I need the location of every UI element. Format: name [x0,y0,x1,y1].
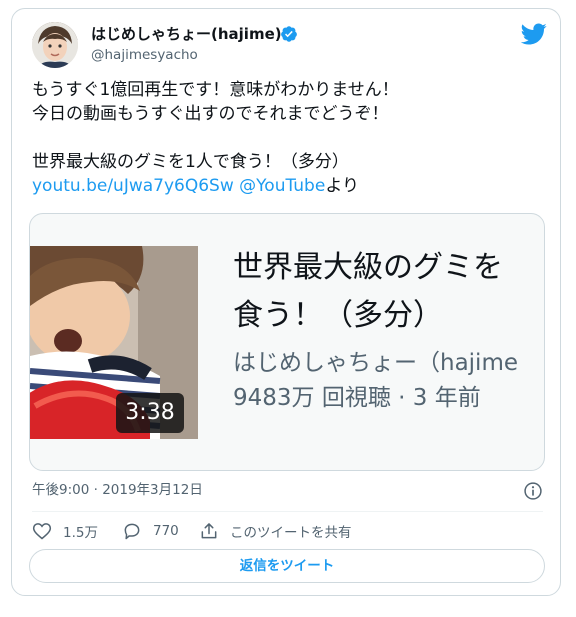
info-icon[interactable] [523,481,543,501]
youtube-media-card[interactable]: 3:38 世界最大級のグミを 食う！（多分） はじめしゃちょー（hajime 9… [29,213,545,471]
video-title-line: 世界最大級のグミを [233,250,503,285]
reply-button[interactable]: 770 [122,520,179,542]
tweet-reply-button[interactable]: 返信をツイート [29,549,545,583]
tweet-text-line: もうすぐ1億回再生です！意味がわかりません！ [32,80,399,100]
like-count: 1.5万 [63,525,98,541]
share-icon [201,523,217,539]
reply-bubble-icon [124,523,140,540]
video-title[interactable]: 世界最大級のグミを 食う！（多分） [233,244,544,340]
heart-icon [32,523,52,540]
like-button[interactable]: 1.5万 [32,520,98,542]
twitter-bird-icon[interactable] [521,21,547,47]
share-button[interactable]: このツイートを共有 [199,520,352,542]
youtube-link[interactable]: youtu.be/uJwa7y6Q6Sw [32,176,234,196]
share-label: このツイートを共有 [230,525,352,541]
tweet-timestamp[interactable]: 午後9:00 · 2019年3月12日 [32,481,203,499]
video-views: 9483万 回視聴 · 3 年前 [233,385,481,411]
divider [32,511,543,512]
tweet-text: もうすぐ1億回再生です！意味がわかりません！ 今日の動画もうすぐ出すのでそれまで… [32,78,547,198]
link-suffix: より [325,176,359,196]
verified-badge-icon [281,26,297,42]
video-channel: はじめしゃちょー（hajime [233,350,519,376]
tweet-text-line: 世界最大級のグミを1人で食う！（多分） [32,152,349,172]
video-title-line: 食う！（多分） [233,298,443,333]
video-duration-badge: 3:38 [116,393,184,433]
video-thumbnail[interactable]: 3:38 [30,246,198,439]
reply-count: 770 [153,523,179,539]
display-name[interactable]: はじめしゃちょー(hajime) [91,24,282,44]
youtube-mention-link[interactable]: @YouTube [239,176,325,196]
tweet-card: はじめしゃちょー(hajime) @hajimesyacho もうすぐ1億回再生… [11,8,561,596]
tweet-link-line: youtu.be/uJwa7y6Q6Sw @YouTubeより [32,174,547,198]
tweet-text-line: 今日の動画もうすぐ出すのでそれまでどうぞ！ [32,104,389,124]
user-handle[interactable]: @hajimesyacho [91,46,198,64]
avatar[interactable] [32,22,78,68]
